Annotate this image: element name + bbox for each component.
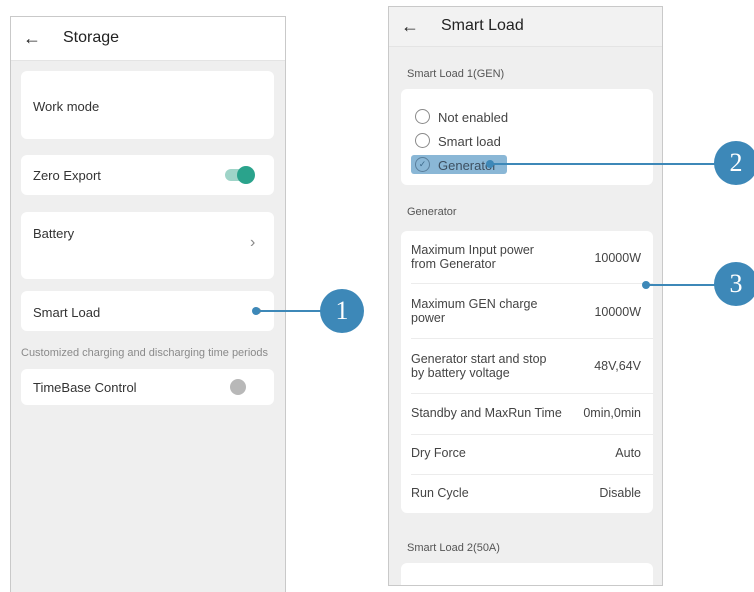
row-label: Generator start and stop by battery volt… (411, 352, 547, 380)
mode-options-card: Not enabled Smart load ✓ Generator (401, 89, 653, 185)
row-value: 10000W (594, 251, 641, 265)
timebase-label: TimeBase Control (33, 380, 137, 395)
row-label: Standby and MaxRun Time (411, 406, 562, 420)
callout-3-line (646, 284, 716, 286)
app-bar: ← Smart Load (389, 7, 662, 47)
section-generator: Generator (407, 206, 457, 218)
radio-smart-load[interactable] (415, 133, 430, 148)
row-label: Maximum Input power from Generator (411, 243, 534, 271)
row-label: Maximum GEN charge power (411, 297, 538, 325)
row-value: 10000W (594, 305, 641, 319)
callout-2-badge: 2 (714, 141, 754, 185)
row-value: 0min,0min (583, 406, 641, 420)
section-smart-load-2: Smart Load 2(50A) (407, 542, 500, 554)
smart-load-screen: ← Smart Load Smart Load 1(GEN) Not enabl… (388, 6, 663, 586)
smart-load-label: Smart Load (33, 305, 101, 320)
radio-not-enabled[interactable] (415, 109, 430, 124)
work-mode-label: Work mode (33, 99, 100, 114)
work-mode-card[interactable]: Work mode (21, 71, 274, 139)
page-title: Smart Load (441, 17, 524, 34)
timebase-toggle[interactable] (230, 379, 246, 395)
timebase-card: TimeBase Control (21, 369, 274, 405)
divider (411, 283, 653, 284)
option-not-enabled-label: Not enabled (438, 110, 509, 125)
radio-generator-checked-icon[interactable]: ✓ (415, 157, 430, 172)
battery-label: Battery (33, 226, 75, 241)
section-smart-load-1: Smart Load 1(GEN) (407, 68, 505, 80)
row-value: Auto (615, 446, 641, 460)
generator-settings-card: Maximum Input power from Generator 10000… (401, 231, 653, 513)
callout-1-line (256, 310, 322, 312)
toggle-knob (237, 166, 255, 184)
chevron-right-icon: › (250, 234, 256, 251)
callout-2-line (490, 163, 716, 165)
zero-export-card: Zero Export (21, 155, 274, 195)
divider (411, 474, 653, 475)
option-smart-load-label: Smart load (438, 134, 501, 149)
battery-card[interactable]: Battery › (21, 212, 274, 279)
hint-text: Customized charging and discharging time… (21, 347, 269, 359)
divider (411, 434, 653, 435)
callout-3-badge: 3 (714, 262, 754, 306)
page-title: Storage (63, 29, 120, 46)
divider (411, 338, 653, 339)
back-arrow-icon[interactable]: ← (23, 27, 41, 49)
smart-load-card[interactable]: Smart Load › (21, 291, 274, 331)
zero-export-toggle[interactable] (225, 166, 255, 184)
smart-load-2-card (401, 563, 653, 585)
row-label: Dry Force (411, 446, 466, 460)
row-label: Run Cycle (411, 486, 469, 500)
divider (411, 393, 653, 394)
back-arrow-icon[interactable]: ← (401, 15, 419, 37)
zero-export-label: Zero Export (33, 168, 101, 183)
storage-screen: ← Storage Work mode Zero Export Battery … (10, 16, 286, 592)
app-bar: ← Storage (11, 17, 285, 61)
callout-1-badge: 1 (320, 289, 364, 333)
row-value: 48V,64V (594, 359, 641, 373)
row-value: Disable (599, 486, 641, 500)
